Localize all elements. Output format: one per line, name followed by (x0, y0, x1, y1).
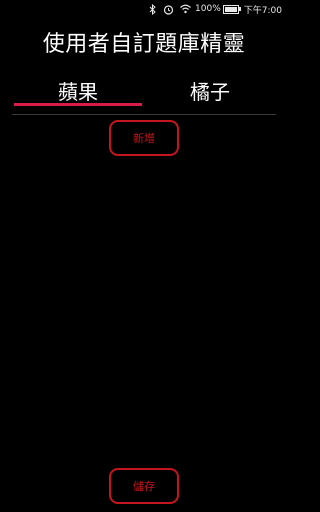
tab-selected-indicator (14, 103, 142, 106)
tab-orange-label: 橘子 (190, 80, 230, 104)
tab-apple-label: 蘋果 (58, 80, 98, 104)
alarm-icon (163, 4, 174, 15)
page-title: 使用者自訂題庫精靈 (42, 32, 246, 57)
battery-icon (222, 4, 241, 14)
bluetooth-icon (149, 3, 157, 15)
tab-apple[interactable]: 蘋果 (12, 72, 144, 112)
tab-bar: 蘋果 橘子 (12, 72, 276, 115)
save-button-label: 儲存 (133, 480, 155, 493)
status-bar: 100% 下午7:00 (0, 0, 288, 18)
add-button-label: 新增 (133, 132, 155, 145)
tab-orange[interactable]: 橘子 (144, 72, 276, 112)
battery-percent: 100% (195, 4, 221, 14)
add-button[interactable]: 新增 (109, 120, 179, 156)
save-button[interactable]: 儲存 (109, 468, 179, 504)
wifi-icon (180, 4, 191, 14)
status-time: 下午7:00 (243, 5, 282, 16)
